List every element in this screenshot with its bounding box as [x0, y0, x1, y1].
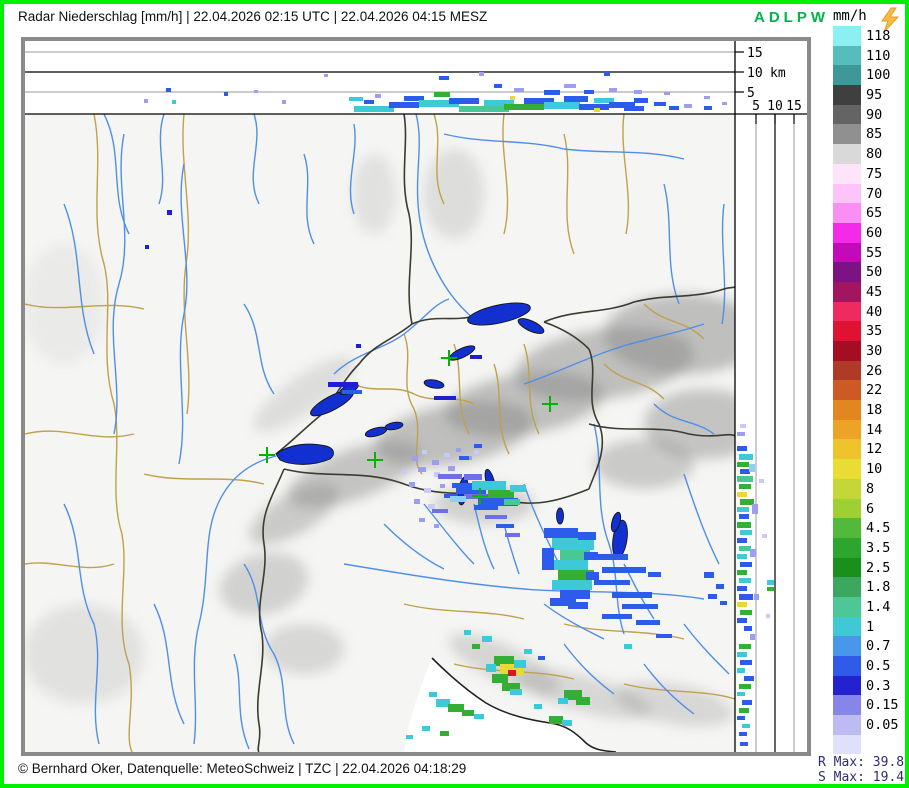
- right-tick-5: 5: [752, 99, 760, 114]
- map-canvas: [24, 114, 764, 752]
- height-tick-15: 15: [747, 46, 763, 61]
- radar-product-page: Radar Niederschlag [mm/h] | 22.04.2026 0…: [0, 0, 909, 788]
- radar-plot: 15 10 5 km 5 10 15: [4, 4, 909, 788]
- km-unit-label: km: [770, 66, 786, 81]
- height-tick-10: 10: [747, 66, 763, 81]
- right-tick-10: 10: [767, 99, 783, 114]
- footer-attribution: © Bernhard Oker, Datenquelle: MeteoSchwe…: [18, 761, 466, 776]
- right-tick-15: 15: [786, 99, 802, 114]
